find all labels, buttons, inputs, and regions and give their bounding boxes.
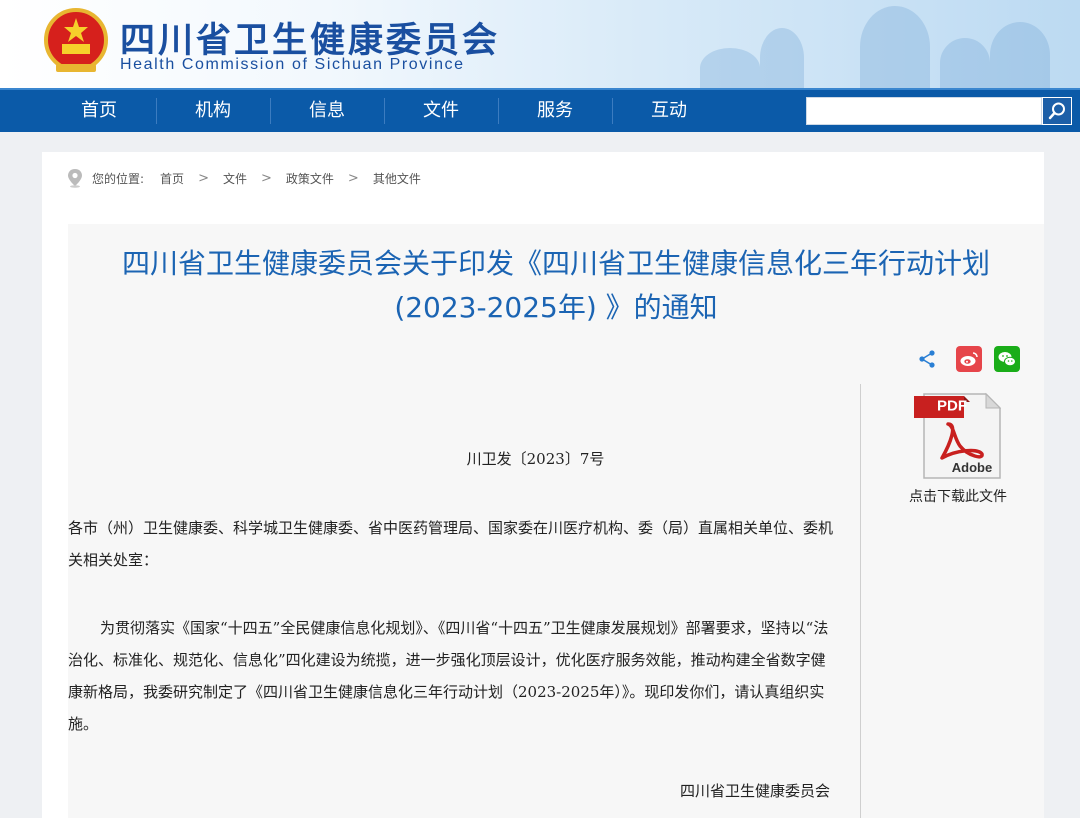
breadcrumb: 您的位置: 首页 > 文件 > 政策文件 > 其他文件: [66, 168, 425, 188]
nav-item-organization[interactable]: 机构: [156, 90, 270, 132]
main-nav: 首页 机构 信息 文件 服务 互动: [0, 88, 1080, 132]
breadcrumb-item-home[interactable]: 首页: [160, 170, 184, 187]
site-title-english: Health Commission of Sichuan Province: [120, 56, 465, 73]
breadcrumb-separator: >: [198, 170, 209, 186]
article-title-line-1: 四川省卫生健康委员会关于印发《四川省卫生健康信息化三年行动计划: [121, 247, 990, 280]
breadcrumb-prefix: 您的位置:: [92, 171, 145, 186]
search-icon: [1048, 102, 1065, 120]
article-signature: 四川省卫生健康委员会: [679, 782, 830, 800]
document-number: 川卫发〔2023〕7号: [466, 450, 605, 468]
breadcrumb-separator: >: [347, 170, 359, 186]
share-weibo-button[interactable]: [956, 346, 982, 372]
national-emblem-icon: [44, 8, 108, 72]
weibo-icon: [960, 352, 978, 366]
wechat-icon: [998, 352, 1016, 367]
breadcrumb-item-other-documents[interactable]: 其他文件: [373, 170, 421, 187]
download-caption[interactable]: 点击下载此文件: [880, 486, 1036, 506]
breadcrumb-item-policy-documents[interactable]: 政策文件: [286, 170, 334, 187]
nav-item-documents[interactable]: 文件: [384, 90, 498, 132]
share-button[interactable]: [914, 346, 940, 372]
search-box: [806, 97, 1042, 125]
article-recipients: 各市（州）卫生健康委、科学城卫生健康委、省中医药管理局、国家委在川医疗机构、委（…: [68, 519, 834, 569]
article-title: 四川省卫生健康委员会关于印发《四川省卫生健康信息化三年行动计划 (2023-20…: [68, 242, 1044, 330]
share-icon: [919, 350, 935, 368]
breadcrumb-separator: >: [260, 170, 272, 186]
pdf-label: PDF: [937, 398, 967, 415]
location-pin-icon: [68, 169, 82, 188]
breadcrumb-item-documents[interactable]: 文件: [223, 170, 247, 187]
search-button[interactable]: [1042, 97, 1072, 125]
site-banner: 四川省卫生健康委员会 Health Commission of Sichuan …: [0, 0, 1080, 88]
share-wechat-button[interactable]: [994, 346, 1020, 372]
nav-item-interaction[interactable]: 互动: [612, 90, 726, 132]
search-input[interactable]: [807, 98, 1041, 124]
article-body-paragraph: 为贯彻落实《国家“十四五”全民健康信息化规划》、《四川省“十四五”卫生健康发展规…: [68, 619, 829, 733]
article-title-line-2: (2023-2025年) 》的通知: [394, 291, 718, 324]
nav-item-home[interactable]: 首页: [42, 90, 156, 132]
nav-item-information[interactable]: 信息: [270, 90, 384, 132]
nav-item-services[interactable]: 服务: [498, 90, 612, 132]
